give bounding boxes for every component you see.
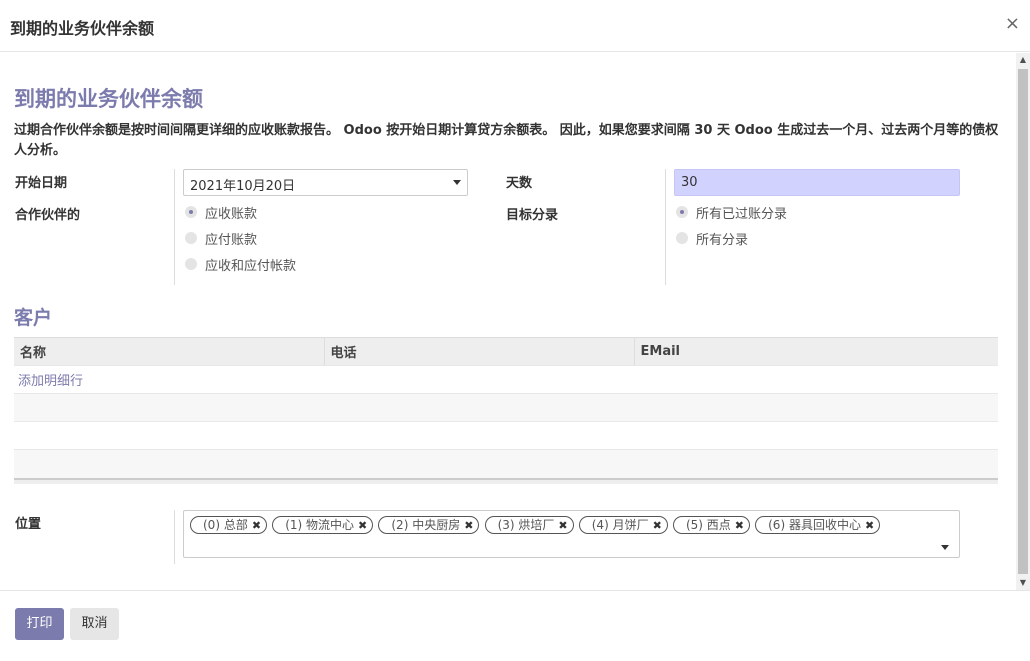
modal-footer: 打印 取消 — [0, 590, 1030, 661]
vertical-scrollbar[interactable]: ▲ ▼ — [1016, 53, 1030, 590]
customers-table: 名称 电话 EMail 添加明细行 — [14, 337, 998, 478]
scroll-down-icon[interactable]: ▼ — [1016, 576, 1030, 590]
partner-type-label: 合作伙伴的 — [15, 208, 81, 223]
location-tag: (2) 中央厨房 ✖ — [378, 516, 480, 534]
table-header-row: 名称 电话 EMail — [14, 337, 998, 366]
column-divider — [174, 510, 175, 564]
remove-tag-icon[interactable]: ✖ — [558, 519, 567, 532]
scroll-up-icon[interactable]: ▲ — [1016, 53, 1030, 67]
remove-tag-icon[interactable]: ✖ — [358, 519, 367, 532]
radio-receivable-payable[interactable]: 应收和应付帐款 — [185, 255, 296, 275]
remove-tag-icon[interactable]: ✖ — [865, 519, 874, 532]
target-move-label: 目标分录 — [506, 208, 559, 223]
location-tag: (5) 西点 ✖ — [672, 516, 750, 534]
close-icon[interactable]: × — [1005, 13, 1020, 34]
remove-tag-icon[interactable]: ✖ — [252, 519, 261, 532]
remove-tag-icon[interactable]: ✖ — [735, 519, 744, 532]
table-footer — [14, 478, 998, 484]
radio-button — [185, 257, 197, 270]
radio-all-entries[interactable]: 所有分录 — [676, 229, 748, 249]
column-header-phone[interactable]: 电话 — [324, 337, 635, 366]
column-header-name[interactable]: 名称 — [14, 337, 325, 366]
radio-button — [676, 231, 688, 244]
add-line-link[interactable]: 添加明细行 — [18, 374, 83, 389]
radio-posted-entries[interactable]: 所有已过账分录 — [676, 203, 787, 223]
radio-payable[interactable]: 应付账款 — [185, 229, 257, 249]
location-tag: (3) 烘培厂 ✖ — [484, 516, 574, 534]
location-label: 位置 — [15, 517, 42, 532]
radio-button-checked — [676, 205, 688, 218]
location-tags-field[interactable]: (0) 总部 ✖ (1) 物流中心 ✖ (2) 中央厨房 ✖ (3) 烘培厂 ✖ (4)… — [183, 510, 960, 558]
table-row — [14, 449, 998, 478]
location-tag: (0) 总部 ✖ — [190, 516, 268, 534]
radio-button — [185, 231, 197, 244]
start-date-label: 开始日期 — [15, 176, 68, 191]
location-tag: (6) 器具回收中心 ✖ — [755, 516, 881, 534]
caret-down-icon[interactable] — [941, 545, 949, 550]
customers-heading: 客户 — [14, 307, 53, 329]
start-date-field[interactable]: 2021年10月20日 — [183, 169, 468, 196]
days-label: 天数 — [506, 176, 533, 191]
remove-tag-icon[interactable]: ✖ — [464, 519, 473, 532]
modal-body: 到期的业务伙伴余额 过期合作伙伴余额是按时间间隔更详细的应收账款报告。 Odoo… — [0, 53, 1016, 590]
print-button[interactable]: 打印 — [15, 608, 64, 640]
table-row — [14, 421, 998, 450]
dialog-title: 到期的业务伙伴余额 — [10, 19, 155, 38]
start-date-value: 2021年10月20日 — [190, 179, 296, 194]
cancel-button[interactable]: 取消 — [70, 608, 119, 640]
scrollbar-thumb[interactable] — [1018, 69, 1028, 574]
location-tag: (4) 月饼厂 ✖ — [578, 516, 668, 534]
caret-down-icon — [453, 180, 461, 185]
radio-receivable[interactable]: 应收账款 — [185, 203, 257, 223]
column-header-email[interactable]: EMail — [634, 337, 998, 366]
form-description: 过期合作伙伴余额是按时间间隔更详细的应收账款报告。 Odoo 按开始日期计算贷方… — [14, 123, 999, 158]
form-heading: 到期的业务伙伴余额 — [14, 87, 203, 111]
table-row — [14, 393, 998, 422]
location-tag: (1) 物流中心 ✖ — [272, 516, 374, 534]
days-input[interactable]: 30 — [674, 169, 960, 196]
column-divider — [665, 169, 666, 285]
modal-header: 到期的业务伙伴余额 × — [0, 0, 1030, 52]
radio-button-checked — [185, 205, 197, 218]
table-row: 添加明细行 — [14, 365, 998, 394]
column-divider — [174, 169, 175, 285]
remove-tag-icon[interactable]: ✖ — [653, 519, 662, 532]
